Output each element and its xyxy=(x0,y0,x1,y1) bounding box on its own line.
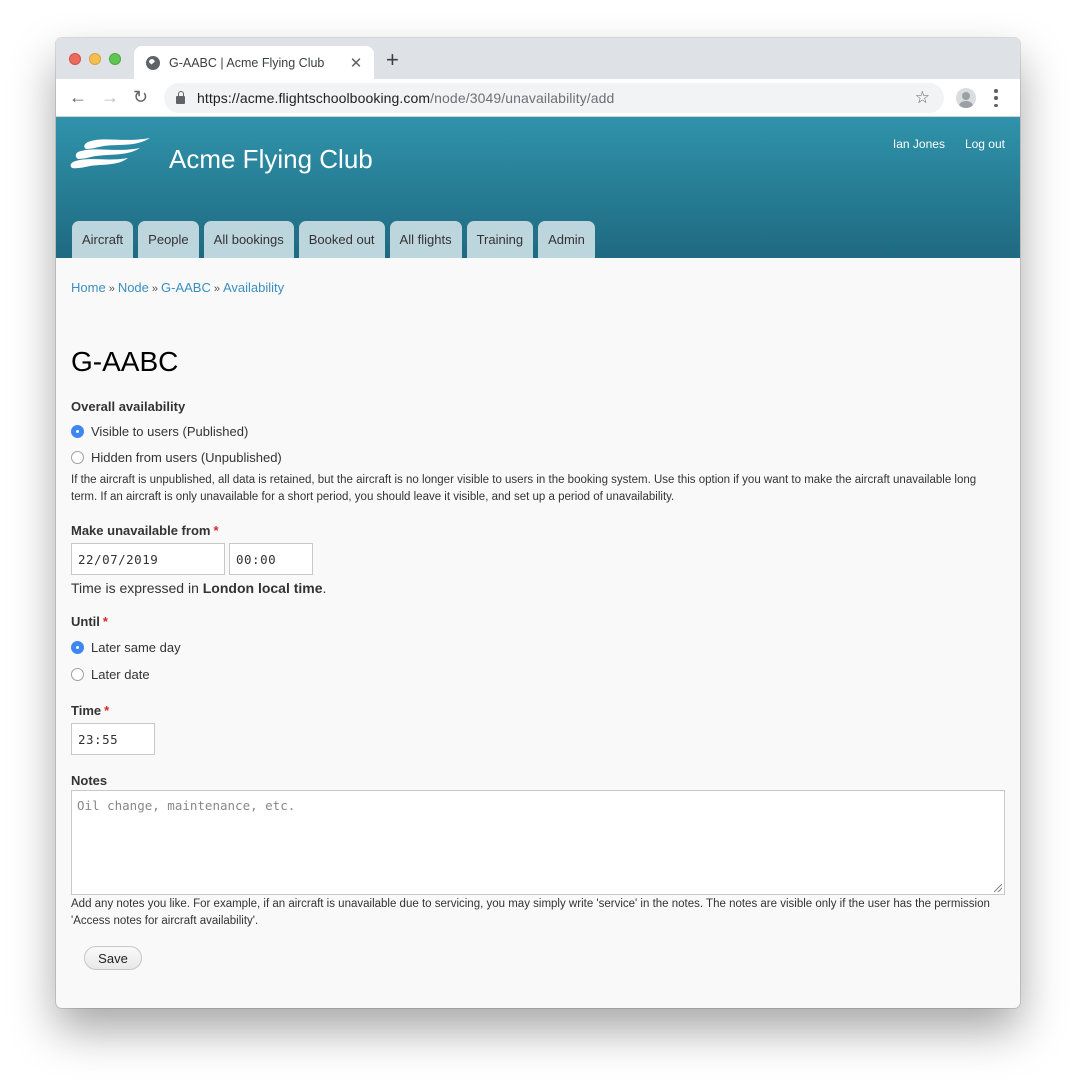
breadcrumb-separator: » xyxy=(108,283,115,295)
nav-tab-all-flights[interactable]: All flights xyxy=(389,221,462,258)
page-title: G-AABC xyxy=(71,346,179,377)
close-window-button[interactable] xyxy=(69,53,81,65)
arrow-left-icon[interactable]: ← xyxy=(69,87,87,107)
radio-unpublished[interactable]: Hidden from users (Unpublished) xyxy=(71,448,1005,466)
user-menu: Ian Jones Log out xyxy=(893,137,1005,151)
overall-availability-label: Overall availability xyxy=(71,399,186,414)
radio-later-same-day[interactable]: Later same day xyxy=(71,638,1005,656)
reload-icon[interactable]: ↻ xyxy=(133,87,148,107)
save-button[interactable]: Save xyxy=(84,946,142,970)
browser-toolbar: ← → ↻ https://acme.flightschoolbooking.c… xyxy=(56,79,1020,117)
star-icon[interactable]: ☆ xyxy=(915,88,930,108)
nav-tab-people[interactable]: People xyxy=(138,221,199,258)
logout-link[interactable]: Log out xyxy=(965,137,1005,151)
url-text: https://acme.flightschoolbooking.com/nod… xyxy=(197,90,614,106)
nav-tab-admin[interactable]: Admin xyxy=(538,221,595,258)
lock-icon xyxy=(176,91,185,104)
site-name[interactable]: Acme Flying Club xyxy=(169,144,373,175)
logo-icon[interactable] xyxy=(70,137,152,169)
user-name-link[interactable]: Ian Jones xyxy=(893,137,945,151)
nav-tab-all-bookings[interactable]: All bookings xyxy=(203,221,294,258)
radio-checked-icon[interactable] xyxy=(71,424,84,438)
url-path: /node/3049/unavailability/add xyxy=(430,90,615,106)
breadcrumb-separator: » xyxy=(151,283,159,295)
required-marker: * xyxy=(213,523,219,538)
timezone-name: London local time xyxy=(202,580,323,596)
breadcrumb-home[interactable]: Home xyxy=(71,280,106,295)
unavailable-from-field: Make unavailable from * 22/07/2019 00:00 … xyxy=(71,523,1005,596)
required-marker: * xyxy=(102,614,108,629)
radio-label: Visible to users (Published) xyxy=(91,423,249,439)
site-header: Acme Flying Club Ian Jones Log out Aircr… xyxy=(56,117,1020,258)
until-label: Until * xyxy=(71,614,1005,629)
tab-title: G-AABC | Acme Flying Club xyxy=(169,55,325,70)
until-time-input[interactable]: 23:55 xyxy=(71,723,155,755)
tab-strip: G-AABC | Acme Flying Club ✕ + xyxy=(56,38,1020,79)
radio-published[interactable]: Visible to users (Published) xyxy=(71,422,1005,440)
label-text: Make unavailable from xyxy=(71,523,211,538)
overall-availability-description: If the aircraft is unpublished, all data… xyxy=(71,474,977,503)
overall-availability-field: Overall availability Visible to users (P… xyxy=(71,399,1005,506)
radio-unchecked-icon[interactable] xyxy=(71,450,84,464)
radio-label: Hidden from users (Unpublished) xyxy=(91,449,282,465)
main-content: Home» Node» G-AABC» Availability G-AABC Ove… xyxy=(56,258,1020,970)
notes-description: Add any notes you like. For example, if … xyxy=(71,898,990,927)
notes-label: Notes xyxy=(71,773,108,788)
resize-handle-icon[interactable] xyxy=(994,884,1002,892)
from-time-input[interactable]: 00:00 xyxy=(229,543,313,575)
minimize-window-button[interactable] xyxy=(89,53,101,65)
required-marker: * xyxy=(104,703,110,718)
browser-window: G-AABC | Acme Flying Club ✕ + ← → ↻ http… xyxy=(56,38,1020,1008)
breadcrumb-aircraft[interactable]: G-AABC xyxy=(161,280,211,295)
radio-checked-icon[interactable] xyxy=(71,640,84,654)
breadcrumb-availability[interactable]: Availability xyxy=(223,280,284,295)
label-text: Time xyxy=(71,703,102,718)
breadcrumb-node[interactable]: Node xyxy=(118,280,149,295)
notes-field: Notes Oil change, maintenance, etc. Add … xyxy=(71,773,1005,930)
unavailable-from-label: Make unavailable from * xyxy=(71,523,1005,538)
timezone-note: Time is expressed in London local time. xyxy=(71,580,1005,596)
notes-placeholder: Oil change, maintenance, etc. xyxy=(77,798,296,813)
radio-label: Later date xyxy=(91,666,150,682)
nav-tab-booked-out[interactable]: Booked out xyxy=(298,221,385,258)
kebab-menu-icon[interactable] xyxy=(994,89,998,107)
profile-icon[interactable] xyxy=(956,88,976,108)
globe-icon xyxy=(146,55,160,70)
nav-tab-training[interactable]: Training xyxy=(466,221,534,258)
nav-tab-aircraft[interactable]: Aircraft xyxy=(72,221,134,258)
from-date-input[interactable]: 22/07/2019 xyxy=(71,543,225,575)
time-field: Time * 23:55 xyxy=(71,703,1005,755)
arrow-right-icon[interactable]: → xyxy=(101,87,119,107)
browser-tab[interactable]: G-AABC | Acme Flying Club ✕ xyxy=(134,46,374,79)
timezone-note-prefix: Time is expressed in xyxy=(71,580,203,596)
plus-icon[interactable]: + xyxy=(386,49,399,71)
until-field: Until * Later same day Later date xyxy=(71,614,1005,683)
breadcrumb-separator: » xyxy=(213,283,220,295)
radio-unchecked-icon[interactable] xyxy=(71,667,84,681)
radio-later-date[interactable]: Later date xyxy=(71,665,1005,683)
breadcrumb: Home» Node» G-AABC» Availability xyxy=(71,280,1005,295)
timezone-note-suffix: . xyxy=(322,580,327,596)
primary-nav: Aircraft People All bookings Booked out … xyxy=(72,221,595,258)
time-label: Time * xyxy=(71,703,1005,718)
radio-label: Later same day xyxy=(91,639,181,655)
address-bar[interactable]: https://acme.flightschoolbooking.com/nod… xyxy=(164,83,944,113)
maximize-window-button[interactable] xyxy=(109,53,121,65)
url-host: https://acme.flightschoolbooking.com xyxy=(197,90,431,106)
notes-textarea[interactable]: Oil change, maintenance, etc. xyxy=(71,790,1005,895)
close-icon[interactable]: ✕ xyxy=(348,54,364,72)
label-text: Until xyxy=(71,614,100,629)
